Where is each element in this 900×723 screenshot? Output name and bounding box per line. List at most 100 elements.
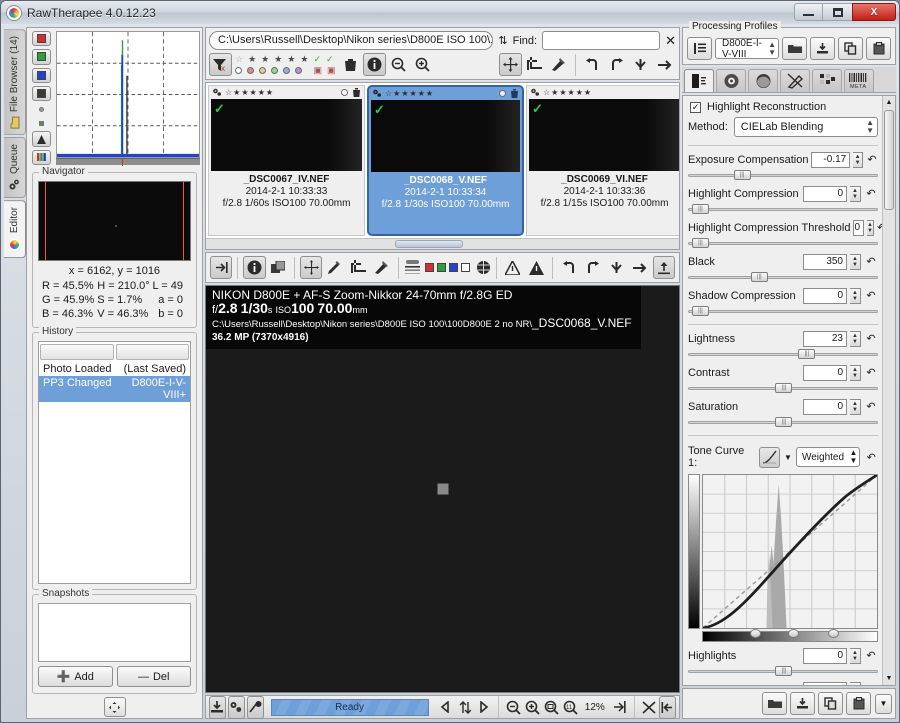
fullscreen-icon[interactable] [611, 696, 628, 719]
queue-icon[interactable] [227, 695, 245, 719]
tab-transform[interactable] [780, 69, 810, 92]
rotate-left-icon[interactable] [581, 53, 604, 76]
curve-mode-select[interactable]: Weighted ▲ ▼ [795, 447, 861, 467]
reset-icon[interactable]: ↶ [864, 649, 878, 662]
thumbnail-rating[interactable]: ☆★★★★★ [225, 88, 274, 97]
sidebar-item-queue[interactable]: Queue [4, 137, 26, 199]
clip-green-icon[interactable] [436, 263, 446, 272]
preview-image[interactable] [437, 483, 448, 495]
history-row[interactable]: Photo Loaded (Last Saved) [39, 362, 190, 376]
reset-icon[interactable]: ↶ [864, 400, 878, 413]
slider-value[interactable]: 0 [803, 287, 847, 304]
load-profile-button[interactable] [762, 692, 787, 715]
highlight-reconstruction-row[interactable]: ✓ Highlight Reconstruction [688, 99, 878, 117]
slider-track[interactable]: ||| [688, 349, 878, 359]
refresh-icon[interactable]: ⇅ [498, 34, 507, 47]
thumbnail-item[interactable]: ☆★★★★★ ✓ _DSC0069_VI.NEF 2014-2-1 10:33:… [526, 85, 679, 236]
tool-panel-scrollbar[interactable]: ▲ ▼ [882, 96, 895, 685]
slider-track[interactable]: ||| [688, 666, 878, 676]
star-row[interactable]: ☆ ★ ★ ★ ★ ★ [235, 54, 308, 65]
thumbnail-item[interactable]: ☆★★★★★ ✓ [367, 85, 524, 236]
collapse-icon[interactable]: ▼ [875, 693, 892, 714]
next-icon[interactable] [475, 696, 492, 719]
history-header-right[interactable] [115, 344, 189, 360]
flip-vertical-icon[interactable] [629, 53, 652, 76]
slider-track[interactable]: ||| [688, 170, 878, 180]
reset-icon[interactable]: ↶ [864, 366, 878, 379]
delete-snapshot-button[interactable]: — Del [116, 666, 191, 687]
sidebar-item-editor[interactable]: Editor [4, 200, 26, 259]
paste-profile-button[interactable] [866, 37, 891, 60]
reset-icon[interactable]: ↶ [864, 255, 878, 268]
info-icon[interactable] [243, 256, 266, 279]
close-icon[interactable]: ✕ [665, 33, 676, 49]
spinner-icon[interactable]: ▲▼ [850, 364, 861, 381]
color-picker-icon[interactable] [323, 256, 345, 279]
spinner-icon[interactable]: ▲▼ [850, 398, 861, 415]
send-to-editor-icon[interactable] [246, 695, 264, 719]
color-label-row[interactable] [235, 65, 308, 76]
thumbnail-rating[interactable]: ☆★★★★★ [543, 88, 592, 97]
rotate-right-icon[interactable] [582, 256, 604, 279]
tab-metadata[interactable]: META [844, 69, 874, 92]
close-button[interactable]: X [852, 3, 896, 21]
spinner-icon[interactable]: ▲▼ [867, 219, 874, 236]
copy-profile-button[interactable] [838, 37, 863, 60]
editor-canvas[interactable]: NIKON D800E + AF-S Zoom-Nikkor 24-70mm f… [205, 285, 680, 693]
thumbnail-image[interactable]: ✓ [371, 100, 520, 172]
slider-value[interactable]: 0 [803, 647, 847, 664]
histogram-toggle-green[interactable] [31, 49, 51, 65]
snapshots-list[interactable] [38, 603, 191, 662]
curve-icon[interactable] [758, 446, 781, 468]
check-row[interactable]: ✓ ✓ [313, 54, 335, 65]
profile-select[interactable]: D800E-I-V-VIII ▲ ▼ [715, 38, 779, 60]
tab-raw[interactable] [812, 69, 842, 92]
slider-value[interactable]: 0 [803, 364, 847, 381]
processed-filters[interactable]: ✓ ✓ ▣ ▣ [311, 54, 337, 76]
gamut-icon[interactable] [476, 260, 491, 275]
navigator-preview[interactable] [38, 181, 191, 261]
scroll-down-icon[interactable]: ▼ [883, 672, 895, 685]
maximize-button[interactable] [823, 3, 852, 21]
scroll-up-icon[interactable]: ▲ [883, 96, 895, 109]
history-header-left[interactable] [40, 344, 114, 360]
spinner-icon[interactable]: ▲▼ [850, 647, 861, 664]
flip-horizontal-icon[interactable] [628, 256, 650, 279]
highlight-reconstruction-checkbox[interactable]: ✓ [690, 101, 701, 113]
zoom-out-icon[interactable] [387, 53, 410, 76]
slider-value[interactable]: 0 [803, 398, 847, 415]
color-label-icon[interactable] [499, 90, 506, 97]
crop-icon[interactable] [523, 53, 546, 76]
find-input[interactable] [542, 31, 661, 50]
shadow-warning-icon[interactable] [502, 256, 524, 279]
zoom-in-icon[interactable] [524, 696, 541, 719]
rotate-right-icon[interactable] [605, 53, 628, 76]
sync-icon[interactable] [456, 696, 473, 719]
trash-icon[interactable] [352, 87, 361, 98]
method-select[interactable]: CIELab Blending ▲ ▼ [733, 117, 878, 137]
slider-track[interactable]: ||| [688, 272, 878, 282]
thumbnail-image[interactable]: ✓ [529, 99, 679, 171]
reset-icon[interactable]: ↶ [864, 451, 878, 464]
slider-track[interactable]: ||| [688, 238, 878, 248]
slider-value[interactable]: 0 [803, 185, 847, 202]
clip-blue-icon[interactable] [448, 263, 458, 272]
before-after-icon[interactable] [267, 256, 289, 279]
histogram-toggle-red[interactable] [31, 31, 51, 47]
profile-list-icon[interactable] [687, 37, 712, 60]
load-profile-button[interactable] [782, 37, 807, 60]
hand-icon[interactable] [300, 256, 323, 279]
histogram-chart[interactable] [56, 31, 200, 158]
rating-stars[interactable]: ☆ ★ ★ ★ ★ ★ [233, 54, 310, 76]
tab-detail[interactable] [716, 69, 746, 92]
reset-icon[interactable]: ↶ [864, 332, 878, 345]
sidebar-item-file-browser[interactable]: File Browser (14) [4, 29, 26, 136]
straighten-icon[interactable] [370, 256, 392, 279]
rotate-left-icon[interactable] [558, 256, 580, 279]
histogram-toggle-mode[interactable] [31, 131, 51, 147]
flip-horizontal-icon[interactable] [653, 53, 676, 76]
color-label-icon[interactable] [341, 89, 348, 96]
spinner-icon[interactable]: ▲▼ [853, 151, 863, 168]
slider-track[interactable]: ||| [688, 204, 878, 214]
expand-icon[interactable] [640, 696, 657, 719]
